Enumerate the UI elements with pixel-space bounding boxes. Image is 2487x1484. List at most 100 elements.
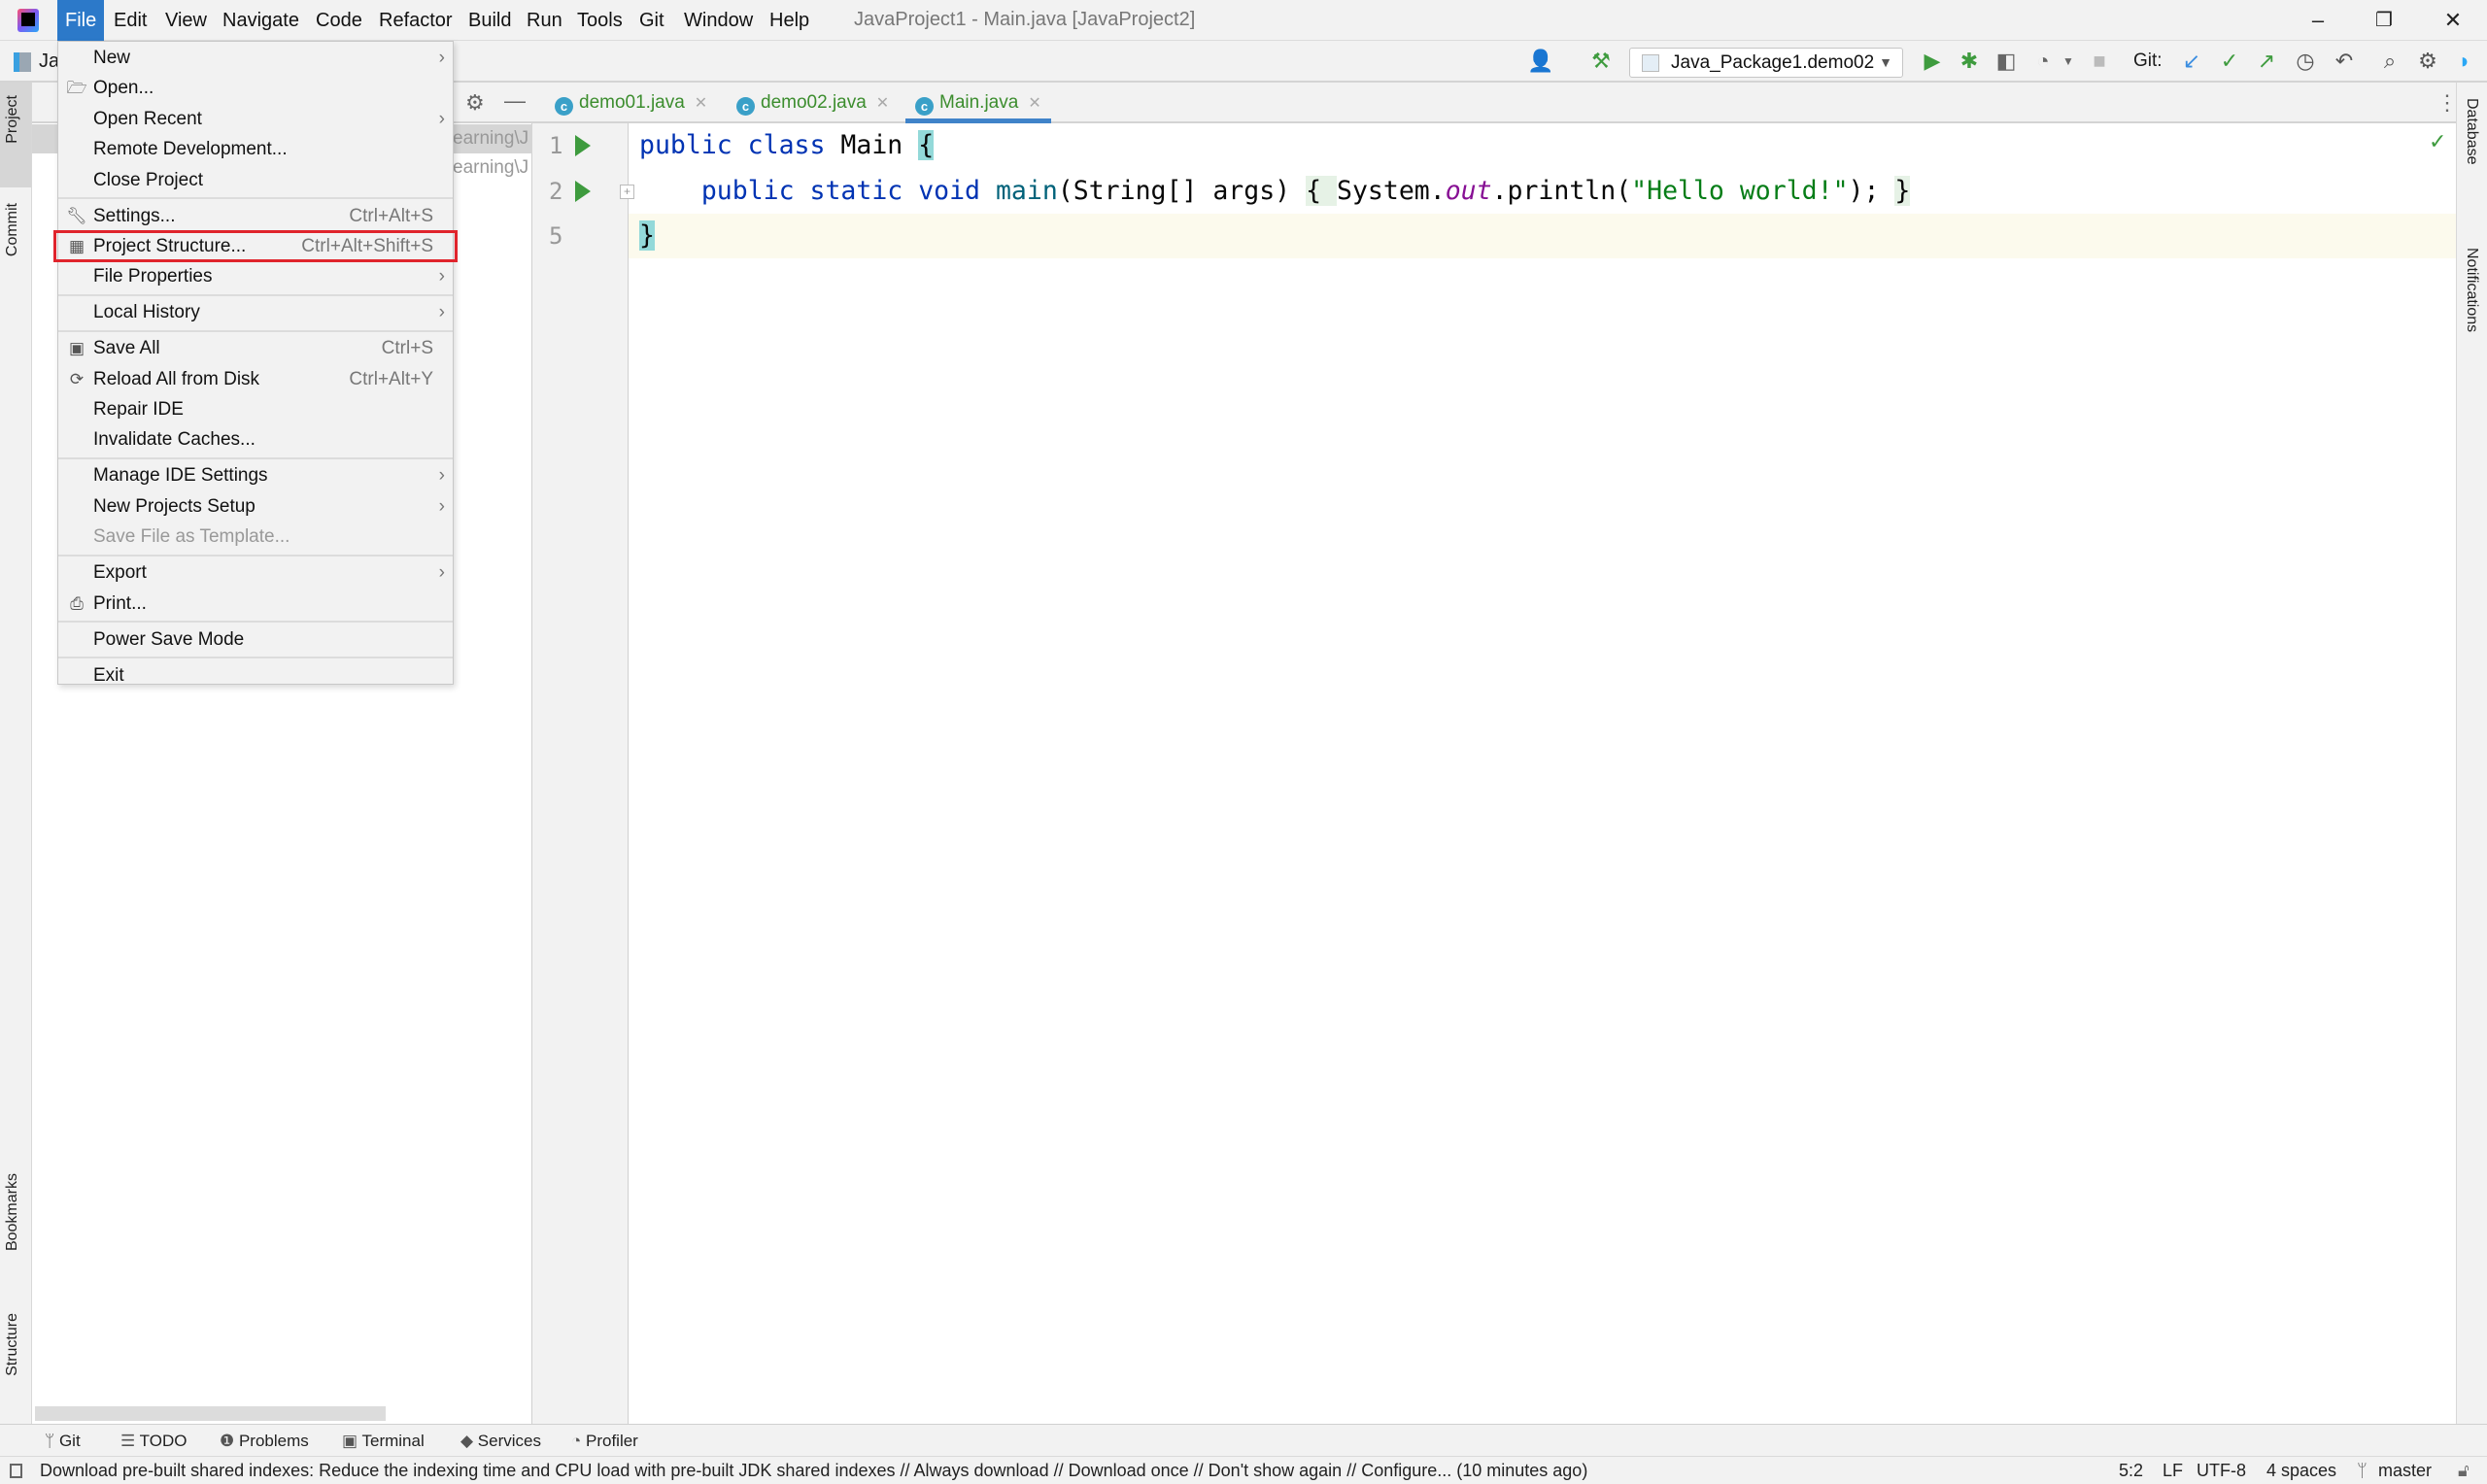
tool-window-problems[interactable]: ❶ Problems (220, 1425, 309, 1457)
menu-refactor[interactable]: Refactor (379, 0, 453, 41)
git-push-icon[interactable]: ↗ (2254, 49, 2279, 74)
code-line[interactable]: public class Main { (639, 123, 935, 168)
git-label: Git: (2133, 51, 2163, 71)
menu-run[interactable]: Run (527, 0, 562, 41)
menu-item-export[interactable]: Export › (58, 557, 453, 588)
menu-edit[interactable]: Edit (114, 0, 147, 41)
run-gutter-icon[interactable] (575, 180, 591, 202)
gear-icon[interactable]: ⚙ (465, 90, 485, 116)
menu-item-settings[interactable]: 🔧︎ Settings... Ctrl+Alt+S (58, 201, 453, 231)
menu-item-local-history[interactable]: Local History › (58, 297, 453, 327)
menu-item-new[interactable]: New › (58, 43, 453, 73)
tool-window-git[interactable]: ᛘ Git (45, 1425, 81, 1457)
menu-item-save-file-as-template[interactable]: Save File as Template... (58, 522, 453, 552)
tool-window-commit[interactable]: Commit (4, 203, 21, 256)
tab-main-java[interactable]: c Main.java ✕ (905, 83, 1051, 123)
tool-window-terminal[interactable]: ▣ Terminal (342, 1425, 425, 1457)
history-icon[interactable]: ◷ (2293, 49, 2318, 74)
lock-icon[interactable]: 🔓︎ (2458, 1457, 2470, 1484)
menu-item-exit[interactable]: Exit (58, 660, 453, 691)
git-branch[interactable]: master (2378, 1457, 2432, 1484)
run-gutter-icon[interactable] (575, 135, 591, 156)
code-token: { (1306, 175, 1337, 206)
profile-icon[interactable]: ◔ (2030, 49, 2056, 74)
menu-item-power-save-mode[interactable]: Power Save Mode (58, 624, 453, 655)
rollback-icon[interactable]: ↶ (2332, 49, 2357, 74)
tool-window-database[interactable]: Database (2463, 98, 2480, 165)
menu-item-label: Settings... (93, 205, 176, 226)
menu-item-remote-development[interactable]: Remote Development... (58, 134, 453, 164)
git-commit-icon[interactable]: ✓ (2217, 49, 2242, 74)
tool-window-bookmarks[interactable]: Bookmarks (4, 1173, 21, 1251)
tool-window-services[interactable]: ◆ Services (460, 1425, 541, 1457)
tool-window-todo[interactable]: ☰ TODO (120, 1425, 187, 1457)
debug-icon[interactable]: ✱ (1957, 49, 1982, 74)
menu-item-save-all[interactable]: ▣ Save All Ctrl+S (58, 333, 453, 363)
more-run-dropdown-icon[interactable]: ▼ (2056, 49, 2081, 74)
chevron-down-icon: ▼ (1879, 54, 1892, 70)
code-token: { (918, 130, 935, 160)
status-message[interactable]: Download pre-built shared indexes: Reduc… (40, 1457, 1587, 1484)
code-line[interactable]: } (639, 214, 655, 258)
stop-icon[interactable]: ■ (2087, 49, 2112, 74)
run-configuration-select[interactable]: Java_Package1.demo02 ▼ (1629, 48, 1903, 78)
coverage-icon[interactable]: ◧ (1993, 49, 2019, 74)
menu-help[interactable]: Help (769, 0, 809, 41)
file-encoding[interactable]: UTF-8 (2197, 1457, 2246, 1484)
java-class-icon: c (736, 97, 755, 116)
search-icon[interactable]: ⌕ (2377, 49, 2402, 74)
menu-item-manage-ide-settings[interactable]: Manage IDE Settings › (58, 460, 453, 490)
plugin-icon[interactable]: ◗ (2452, 49, 2477, 74)
menu-item-file-properties[interactable]: File Properties › (58, 261, 453, 291)
menu-item-reload-all-from-disk[interactable]: ⟳ Reload All from Disk Ctrl+Alt+Y (58, 364, 453, 394)
tool-window-project[interactable]: Project (4, 95, 21, 144)
menu-item-close-project[interactable]: Close Project (58, 165, 453, 195)
minimize-panel-icon[interactable]: — (504, 88, 526, 114)
hammer-icon[interactable]: ⚒ (1588, 49, 1614, 74)
menu-item-label: Close Project (93, 169, 203, 190)
menu-tools[interactable]: Tools (577, 0, 623, 41)
user-icon[interactable]: 👤 (1527, 49, 1553, 74)
menu-item-new-projects-setup[interactable]: New Projects Setup › (58, 491, 453, 522)
indent-setting[interactable]: 4 spaces (2266, 1457, 2336, 1484)
tab-label: Main.java (939, 92, 1019, 113)
menu-item-label: New (93, 48, 131, 68)
fold-icon[interactable]: + (620, 185, 634, 199)
tool-window-notifications[interactable]: Notifications (2463, 248, 2480, 332)
restore-button[interactable]: ❐ (2365, 0, 2403, 41)
tool-window-profiler[interactable]: ◔ Profiler (571, 1425, 638, 1457)
menu-view[interactable]: View (165, 0, 207, 41)
minimize-button[interactable]: – (2299, 0, 2337, 41)
line-separator[interactable]: LF (2163, 1457, 2183, 1484)
menu-item-label: File Properties (93, 266, 213, 287)
menu-code[interactable]: Code (316, 0, 362, 41)
tool-window-structure[interactable]: Structure (4, 1313, 21, 1376)
code-line[interactable]: public static void main(String[] args) {… (639, 169, 1911, 214)
menu-item-invalidate-caches[interactable]: Invalidate Caches... (58, 424, 453, 455)
menu-navigate[interactable]: Navigate (222, 0, 299, 41)
more-options-icon[interactable]: ⋮ (2436, 90, 2458, 116)
project-label[interactable]: Ja (39, 49, 59, 74)
menu-build[interactable]: Build (468, 0, 511, 41)
git-update-icon[interactable]: ↙ (2179, 49, 2204, 74)
caret-position[interactable]: 5:2 (2119, 1457, 2143, 1484)
menu-window[interactable]: Window (684, 0, 753, 41)
horizontal-scrollbar[interactable] (35, 1406, 386, 1421)
menu-item-repair-ide[interactable]: Repair IDE (58, 394, 453, 424)
no-problems-check-icon[interactable]: ✓ (2429, 129, 2446, 154)
close-button[interactable]: ✕ (2434, 0, 2472, 41)
menu-item-project-structure[interactable]: ▦ Project Structure... Ctrl+Alt+Shift+S (53, 229, 458, 263)
tab-demo02-java[interactable]: c demo02.java ✕ (736, 83, 889, 123)
close-tab-icon[interactable]: ✕ (1028, 95, 1040, 112)
tab-demo01-java[interactable]: c demo01.java ✕ (555, 83, 707, 123)
menu-item-print[interactable]: ⎙ Print... (58, 589, 453, 619)
run-icon[interactable]: ▶ (1920, 49, 1945, 74)
settings-icon[interactable]: ⚙ (2415, 49, 2440, 74)
close-tab-icon[interactable]: ✕ (876, 95, 889, 112)
close-tab-icon[interactable]: ✕ (695, 95, 707, 112)
status-toggle-icon[interactable] (10, 1464, 22, 1478)
menu-item-open-recent[interactable]: Open Recent › (58, 104, 453, 134)
menu-item-open[interactable]: 🗁 Open... (58, 73, 453, 103)
menu-file[interactable]: File (57, 0, 105, 41)
menu-git[interactable]: Git (639, 0, 664, 41)
